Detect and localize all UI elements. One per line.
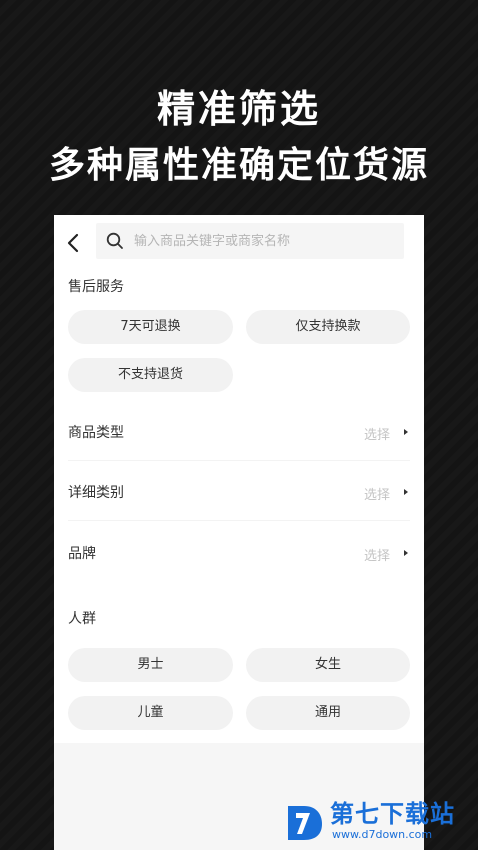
chip-kids[interactable]: 儿童 bbox=[68, 696, 233, 730]
search-box[interactable] bbox=[96, 223, 404, 259]
chip-women[interactable]: 女生 bbox=[246, 648, 410, 682]
caret-right-icon bbox=[404, 429, 408, 435]
filter-screen: 售后服务 7天可退换 仅支持换款 不支持退货 商品类型 选择 详细类别 选择 品… bbox=[54, 215, 424, 850]
d7-logo-icon bbox=[288, 806, 322, 840]
row-value: 选择 bbox=[363, 428, 390, 443]
back-button[interactable] bbox=[60, 229, 88, 257]
divider bbox=[68, 520, 410, 521]
row-label: 品牌 bbox=[68, 546, 96, 562]
row-brand[interactable]: 品牌 选择 bbox=[54, 524, 424, 582]
row-value: 选择 bbox=[363, 549, 390, 564]
watermark-name: 第七下载站 bbox=[330, 800, 455, 828]
divider bbox=[68, 460, 410, 461]
top-bar bbox=[54, 223, 424, 263]
row-product-type[interactable]: 商品类型 选择 bbox=[54, 403, 424, 461]
chip-no-return[interactable]: 不支持退货 bbox=[68, 358, 233, 392]
promo-subheadline: 多种属性准确定位货源 bbox=[48, 145, 429, 186]
search-icon bbox=[106, 232, 123, 249]
watermark-url: www.d7down.com bbox=[332, 828, 433, 841]
row-detail-category[interactable]: 详细类别 选择 bbox=[54, 463, 424, 521]
chip-7day-return[interactable]: 7天可退换 bbox=[68, 310, 233, 344]
watermark: 第七下载站 www.d7down.com bbox=[282, 800, 472, 844]
chip-men[interactable]: 男士 bbox=[68, 648, 233, 682]
chip-exchange-only[interactable]: 仅支持换款 bbox=[246, 310, 410, 344]
caret-right-icon bbox=[404, 489, 408, 495]
caret-right-icon bbox=[404, 550, 408, 556]
row-label: 详细类别 bbox=[68, 485, 124, 501]
search-input[interactable] bbox=[134, 223, 394, 259]
row-label: 商品类型 bbox=[68, 425, 124, 441]
crowd-title: 人群 bbox=[68, 611, 96, 627]
chevron-left-icon bbox=[67, 233, 79, 253]
after-sales-title: 售后服务 bbox=[68, 279, 124, 295]
chip-universal[interactable]: 通用 bbox=[246, 696, 410, 730]
row-value: 选择 bbox=[363, 488, 390, 503]
promo-headline: 精准筛选 bbox=[156, 87, 321, 131]
